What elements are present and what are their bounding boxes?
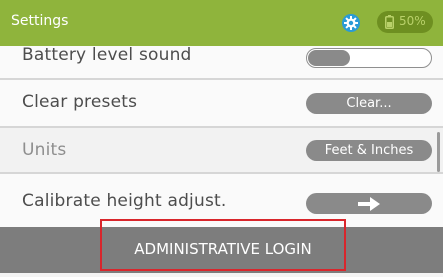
toggle-knob <box>308 50 350 66</box>
clear-presets-button[interactable]: Clear... <box>306 93 432 114</box>
scrollbar[interactable] <box>437 132 440 172</box>
units-button[interactable]: Feet & Inches <box>306 140 432 161</box>
right-arrow-icon <box>358 197 380 211</box>
battery-sound-toggle[interactable] <box>306 48 432 68</box>
setting-label: Calibrate height adjust. <box>22 191 227 211</box>
setting-label: Clear presets <box>22 92 138 112</box>
setting-row-clear-presets: Clear presets Clear... <box>0 80 443 128</box>
setting-label: Battery level sound <box>22 46 192 65</box>
calibrate-height-button[interactable] <box>306 193 432 214</box>
battery-icon <box>385 15 394 29</box>
setting-row-units: Units Feet & Inches <box>0 128 443 174</box>
setting-row-battery-sound: Battery level sound <box>0 46 443 80</box>
battery-percent: 50% <box>399 14 426 28</box>
header-bar: Settings 50% <box>0 0 443 46</box>
page-title: Settings <box>11 13 69 29</box>
setting-label: Units <box>22 140 67 160</box>
gear-icon[interactable] <box>341 13 361 33</box>
battery-status: 50% <box>377 11 433 33</box>
settings-list: Battery level sound Clear presets Clear.… <box>0 46 443 227</box>
administrative-login-button[interactable]: ADMINISTRATIVE LOGIN <box>100 219 346 271</box>
